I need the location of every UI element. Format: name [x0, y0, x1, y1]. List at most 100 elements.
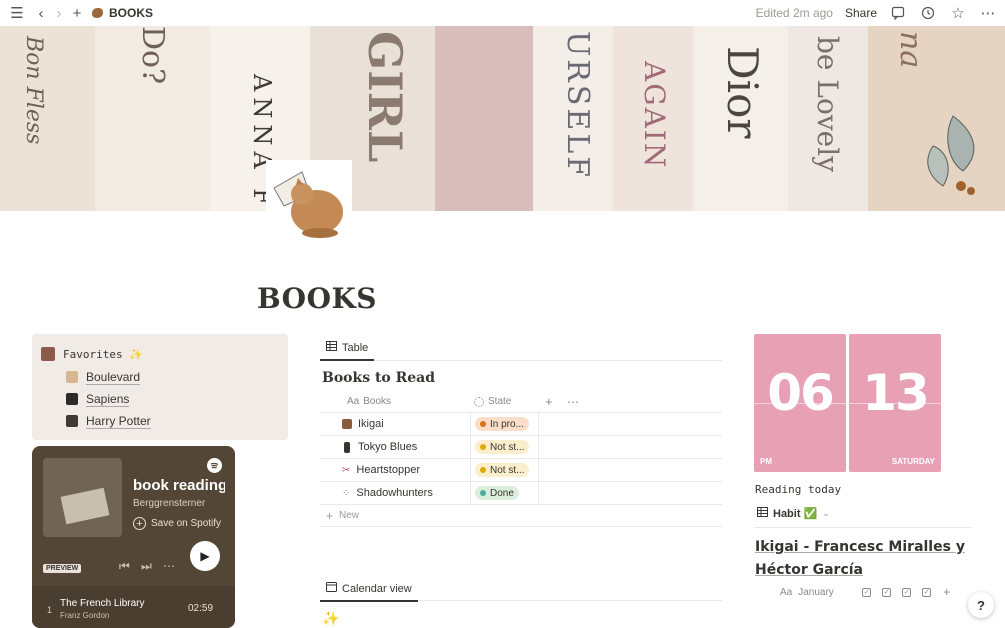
favorites-callout: Favorites ✨ Boulevard Sapiens Harry Pott…: [32, 334, 288, 440]
clock-hour: 06: [767, 364, 835, 422]
book-spine: na: [868, 26, 1005, 211]
favorite-link-boulevard[interactable]: Boulevard: [66, 366, 151, 388]
previous-track-icon[interactable]: ⏮: [119, 559, 130, 574]
checkbox-column-icon[interactable]: ✓: [922, 587, 932, 597]
ikigai-icon: [342, 419, 352, 429]
favorites-photo-icon: [41, 347, 55, 361]
help-button[interactable]: ?: [968, 592, 994, 618]
database-title[interactable]: Books to Read: [322, 370, 435, 386]
comment-icon[interactable]: [889, 4, 907, 22]
star-icon[interactable]: ☆: [949, 4, 967, 22]
history-icon[interactable]: [919, 4, 937, 22]
text-property-icon: Aa: [347, 396, 360, 407]
table-row[interactable]: Tokyo Blues Not st...: [320, 435, 722, 458]
state-cell[interactable]: Not st...: [470, 459, 539, 481]
clock-hour-card: 06 PM: [754, 334, 846, 472]
table-row[interactable]: Ikigai In pro...: [320, 412, 722, 435]
habit-view-tab[interactable]: Habit ✅ ⌄: [757, 507, 830, 520]
back-icon[interactable]: ‹: [32, 4, 50, 22]
column-header-books[interactable]: Aa Books: [347, 391, 391, 412]
table-row[interactable]: ✂ Heartstopper Not st...: [320, 458, 722, 481]
new-row-button[interactable]: + New: [320, 504, 722, 527]
page-icon-cat-reading[interactable]: [262, 160, 352, 242]
breadcrumb-label: BOOKS: [109, 6, 154, 20]
clock-minute-card: 13 SATURDAY: [849, 334, 941, 472]
more-icon[interactable]: ⋯: [979, 4, 997, 22]
row-title[interactable]: Tokyo Blues: [342, 441, 417, 453]
status-badge: In pro...: [475, 417, 529, 431]
status-property-icon: [474, 396, 484, 407]
checkbox-column-icon[interactable]: ✓: [882, 587, 892, 597]
more-options-icon[interactable]: ⋯: [163, 559, 175, 573]
tab-table[interactable]: Table: [320, 336, 375, 361]
view-tabs: Table: [320, 336, 722, 361]
next-track-icon[interactable]: ⏭: [141, 559, 152, 574]
heartstopper-icon: ✂: [342, 464, 351, 476]
track-duration: 02:59: [188, 603, 214, 614]
add-property-icon[interactable]: +: [943, 585, 950, 599]
state-cell[interactable]: Done: [470, 482, 539, 504]
top-bar: ☰ ‹ › + BOOKS Edited 2m ago Share ☆ ⋯: [0, 0, 1005, 26]
spotify-logo-icon[interactable]: [207, 458, 222, 473]
preview-badge: PREVIEW: [43, 564, 82, 573]
favorite-link-harry-potter[interactable]: Harry Potter: [66, 410, 151, 432]
save-on-spotify-button[interactable]: + Save on Spotify: [133, 517, 221, 530]
harry-potter-icon: [66, 415, 78, 427]
state-cell[interactable]: In pro...: [470, 413, 539, 435]
clock-ampm: PM: [760, 457, 772, 466]
row-title[interactable]: Ikigai: [342, 418, 384, 430]
add-property-icon[interactable]: +: [545, 391, 553, 412]
divider: [754, 527, 972, 528]
row-title[interactable]: ⁘ Shadowhunters: [342, 487, 433, 499]
add-circle-icon: +: [133, 517, 146, 530]
month-column-header[interactable]: January: [798, 587, 850, 598]
text-property-icon: Aa: [780, 586, 793, 598]
calendar-view-tabs: Calendar view: [320, 577, 722, 602]
playlist-cover: [43, 458, 122, 537]
favorites-list: Boulevard Sapiens Harry Potter: [66, 366, 151, 432]
chevron-down-icon: ⌄: [822, 508, 830, 518]
clock-minute: 13: [862, 364, 930, 422]
breadcrumb[interactable]: BOOKS: [92, 6, 153, 20]
book-spine: AGAIN: [613, 26, 693, 211]
page-emoji-icon: [92, 8, 103, 18]
calendar-icon: [326, 582, 337, 595]
favorite-link-sapiens[interactable]: Sapiens: [66, 388, 151, 410]
plus-icon: +: [326, 508, 334, 523]
tab-calendar-view[interactable]: Calendar view: [320, 577, 418, 602]
page-title[interactable]: BOOKS: [257, 282, 377, 315]
column-header-state[interactable]: State: [474, 391, 511, 412]
menu-icon[interactable]: ☰: [8, 4, 26, 22]
row-title[interactable]: ✂ Heartstopper: [342, 464, 420, 476]
playlist-author[interactable]: Berggrensterner: [133, 498, 205, 509]
table-row[interactable]: ⁘ Shadowhunters Done: [320, 481, 722, 504]
forward-icon[interactable]: ›: [50, 4, 68, 22]
property-options-icon[interactable]: ⋯: [567, 391, 579, 412]
cover-image[interactable]: Bon Fless Do? ANNA FRENC GIRL URSELF AGA…: [0, 26, 1005, 211]
track-artist: Franz Gordon: [60, 611, 110, 620]
book-spine: be Lovely: [788, 26, 868, 211]
checkbox-column-icon[interactable]: ✓: [862, 587, 872, 597]
state-cell[interactable]: Not st...: [470, 436, 539, 458]
checkbox-column-icon[interactable]: ✓: [902, 587, 912, 597]
clock-day: SATURDAY: [891, 457, 935, 466]
table-icon: [326, 341, 337, 354]
share-button[interactable]: Share: [845, 6, 877, 20]
playlist-title[interactable]: book reading: [133, 477, 225, 494]
edited-status: Edited 2m ago: [755, 6, 833, 20]
book-spine: Dior: [693, 26, 788, 211]
spotify-embed: book reading Berggrensterner + Save on S…: [32, 446, 235, 628]
plus-icon[interactable]: +: [68, 4, 86, 22]
reading-today-heading: Reading today: [755, 483, 842, 496]
track-row[interactable]: 1 The French Library Franz Gordon 02:59: [32, 586, 235, 628]
book-spine: Bon Fless: [0, 26, 95, 211]
book-spine: URSELF: [533, 26, 613, 211]
status-badge: Not st...: [475, 463, 530, 477]
table-icon: [757, 507, 768, 520]
play-button[interactable]: ▶: [190, 541, 220, 571]
current-book-title[interactable]: Ikigai - Francesc Miralles y Héctor Garc…: [755, 536, 985, 582]
book-spine: [435, 26, 533, 211]
shadowhunters-icon: ⁘: [342, 487, 351, 499]
status-badge: Not st...: [475, 440, 530, 454]
leaf-illustration: [927, 115, 975, 195]
